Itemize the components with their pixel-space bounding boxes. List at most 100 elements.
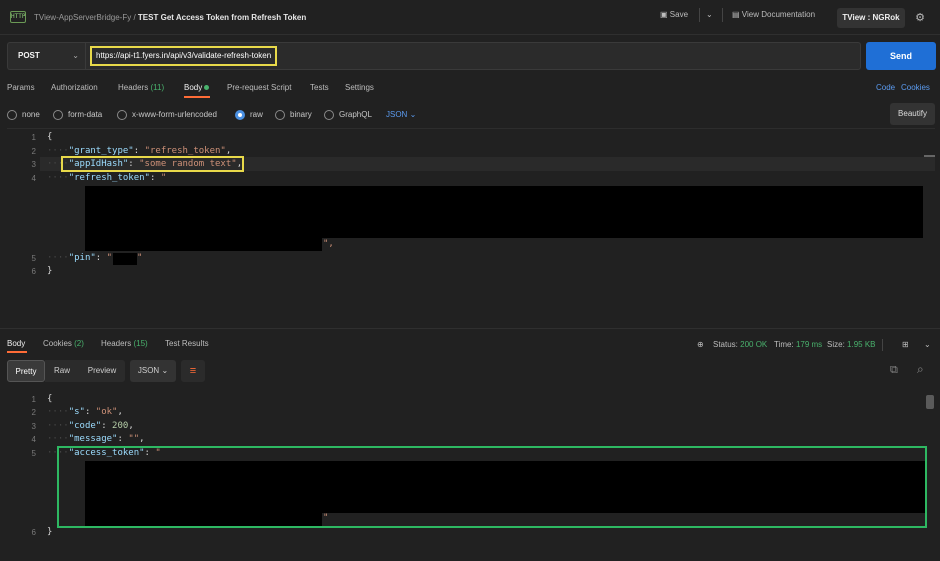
toolbar-divider [699,8,700,22]
breadcrumb: TView-AppServerBridge-Fy / TEST Get Acce… [34,13,306,22]
time-label: Time: [774,340,794,349]
json-value-close: " [137,253,143,263]
line-number: 4 [31,435,36,444]
send-button[interactable]: Send [866,42,936,70]
environment-settings-icon[interactable]: ⚙ [911,9,929,27]
code-line: " [137,253,142,263]
format-select[interactable]: JSON ⌄ [386,110,416,119]
response-tab-test-results[interactable]: Test Results [165,339,209,348]
view-preview[interactable]: Preview [79,360,125,382]
code-link[interactable]: Code [876,83,895,92]
line-number: 2 [31,408,36,417]
save-options-chevron-down-icon[interactable]: ⌄ [706,10,713,19]
tab-body-label: Body [184,83,203,92]
json-value-open: " [160,173,167,183]
request-title[interactable]: TEST Get Access Token from Refresh Token [138,13,306,22]
line-number: 6 [31,267,36,276]
json-value: "refresh_token" [144,146,226,156]
wrap-lines-icon[interactable]: ≡ [181,360,205,382]
json-value-close: ", [323,239,334,249]
redacted-refresh-token [85,186,923,238]
line-number: 1 [31,133,36,142]
tab-headers-count: (11) [150,83,165,92]
access-token-highlight-box [57,446,927,528]
code-line: } [47,266,52,276]
save-button[interactable]: ▣ Save [660,10,688,19]
view-documentation-label: View Documentation [741,10,816,19]
response-line: } [47,527,52,537]
tab-headers[interactable]: Headers (11) [118,83,164,92]
response-line: ····"message": "", [47,434,145,444]
response-tab-headers[interactable]: Headers (15) [101,339,148,348]
method-select[interactable]: POST ⌄ [7,42,85,70]
radio-urlencoded-label: x-www-form-urlencoded [132,110,217,119]
brace: } [47,527,53,537]
radio-raw-label: raw [250,110,263,119]
format-label: JSON [386,110,408,119]
json-value: "ok" [95,407,118,417]
cookies-link[interactable]: Cookies [901,83,930,92]
search-icon[interactable]: ⌕ [917,362,924,377]
breadcrumb-separator: / [133,13,136,22]
brace: { [47,132,53,142]
tab-tests[interactable]: Tests [310,83,329,92]
radio-binary[interactable] [275,110,285,120]
line-number: 4 [31,174,36,183]
pane-divider[interactable] [0,328,940,329]
status-label: Status: [713,340,738,349]
tab-settings[interactable]: Settings [345,83,374,92]
radio-none[interactable] [7,110,17,120]
chevron-down-icon: ⌄ [72,51,79,60]
json-key: "message" [68,434,118,444]
radio-graphql[interactable] [324,110,334,120]
redacted-pin [113,253,137,265]
tab-body[interactable]: Body [184,83,210,92]
url-text[interactable]: https://api-t1.fyers.in/api/v3/validate-… [90,46,278,66]
line-number: 6 [31,528,36,537]
response-line: { [47,394,52,404]
view-raw[interactable]: Raw [45,360,79,382]
json-key: "s" [68,407,85,417]
tab-headers-label: Headers [118,83,149,92]
tab-pre-request-script[interactable]: Pre-request Script [227,83,291,92]
copy-icon[interactable]: ⧉ [890,364,898,377]
beautify-button[interactable]: Beautify [890,103,935,125]
code-line: ", [323,239,334,249]
json-value-open: " [106,253,113,263]
brace: } [47,266,53,276]
line-number: 5 [31,254,36,263]
radio-urlencoded[interactable] [117,110,127,120]
active-tab-indicator [184,96,210,98]
radio-form-data-label: form-data [68,110,103,119]
view-pretty[interactable]: Pretty [7,360,45,382]
size-label: Size: [827,340,845,349]
document-icon: ▤ [732,10,740,19]
radio-raw[interactable] [235,110,245,120]
response-format-label: JSON [137,366,160,375]
radio-form-data[interactable] [53,110,63,120]
breadcrumb-collection[interactable]: TView-AppServerBridge-Fy [34,13,131,22]
method-label: POST [18,51,40,60]
save-icon: ▣ [660,10,668,19]
status-readout: Status: 200 OK [713,340,767,349]
tab-params[interactable]: Params [7,83,35,92]
response-tab-cookies[interactable]: Cookies (2) [43,339,84,348]
line-number: 3 [31,422,36,431]
redacted-refresh-token [85,238,322,251]
chevron-down-icon[interactable]: ⌄ [924,340,931,349]
size-value: 1.95 KB [847,340,876,349]
response-scrollbar[interactable] [926,395,934,409]
chevron-down-icon: ⌄ [161,366,169,375]
line-number: 5 [31,449,36,458]
code-line: ····"grant_type": "refresh_token", [47,146,232,156]
response-line: ····"s": "ok", [47,407,123,417]
environment-selector[interactable]: TView : NGRok [837,8,905,28]
tab-authorization[interactable]: Authorization [51,83,98,92]
response-line: ····"code": 200, [47,421,134,431]
code-line: { [47,132,52,142]
view-documentation-button[interactable]: ▤ View Documentation [732,10,815,19]
response-tab-body[interactable]: Body [7,339,25,348]
globe-icon: ⊕ [697,340,704,349]
response-format-select[interactable]: JSON ⌄ [130,360,176,382]
layout-icon[interactable]: ⊞ [902,340,909,349]
